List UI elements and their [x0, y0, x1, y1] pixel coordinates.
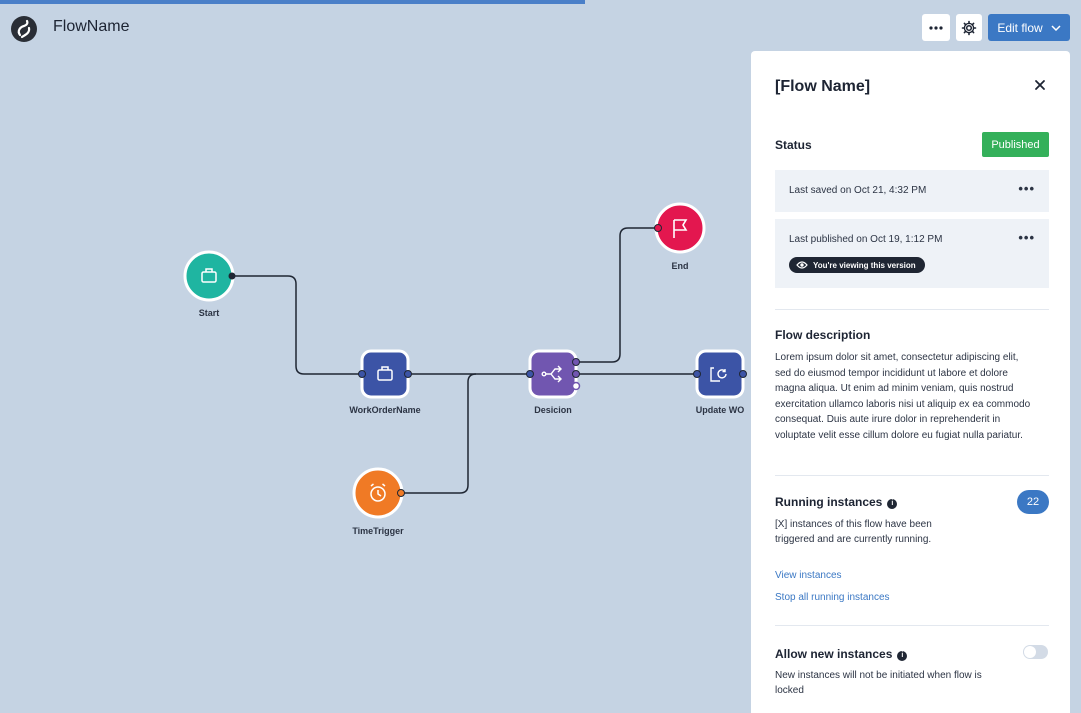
more-horizontal-icon[interactable]: •••	[1018, 181, 1035, 196]
edit-flow-button[interactable]: Edit flow	[988, 14, 1070, 41]
running-instances-label: Running instances	[775, 495, 883, 509]
connector-start-workorder	[232, 275, 362, 375]
last-published-card: Last published on Oct 19, 1:12 PM ••• Yo…	[775, 219, 1049, 288]
allow-instances-title: Allow new instances i	[775, 647, 908, 661]
info-icon[interactable]: i	[887, 499, 898, 509]
node-label-workorder: WorkOrderName	[349, 405, 421, 415]
more-options-button[interactable]	[922, 14, 950, 41]
flow-node-end[interactable]	[654, 202, 706, 254]
chevron-down-icon	[1051, 24, 1061, 31]
last-saved-card: Last saved on Oct 21, 4:32 PM •••	[775, 170, 1049, 212]
settings-button[interactable]	[956, 14, 982, 41]
flow-node-timer[interactable]	[352, 467, 405, 519]
description-text: Lorem ipsum dolor sit amet, consectetur …	[775, 352, 1031, 441]
node-label-decision: Desicion	[534, 405, 572, 415]
connector-decision-end	[576, 227, 658, 363]
running-instances-title: Running instances i	[775, 495, 898, 509]
more-horizontal-icon[interactable]: •••	[1018, 230, 1035, 245]
flow-details-panel: [Flow Name] Status Published Last saved …	[751, 51, 1070, 713]
toggle-knob	[1024, 646, 1036, 658]
edit-flow-label: Edit flow	[997, 20, 1043, 35]
view-instances-link[interactable]: View instances	[775, 570, 842, 581]
node-label-timer: TimeTrigger	[352, 526, 404, 536]
divider	[775, 309, 1049, 310]
divider	[775, 475, 1049, 476]
node-label-end: End	[671, 261, 689, 271]
status-label: Status	[775, 138, 812, 152]
panel-title: [Flow Name]	[775, 78, 871, 95]
viewing-version-text: You're viewing this version	[813, 260, 916, 270]
allow-instances-text: New instances will not be initiated when…	[775, 670, 982, 696]
stop-instances-link[interactable]: Stop all running instances	[775, 592, 890, 603]
connector-timer-decision	[401, 373, 477, 494]
flow-node-start[interactable]	[183, 250, 236, 302]
description-title: Flow description	[775, 328, 871, 342]
viewing-version-badge: You're viewing this version	[789, 257, 925, 273]
eye-icon	[796, 261, 808, 269]
gear-icon	[961, 20, 977, 35]
divider	[775, 625, 1049, 626]
close-icon[interactable]	[1032, 77, 1048, 93]
flow-node-update-wo[interactable]	[693, 349, 747, 399]
status-badge: Published	[982, 132, 1049, 157]
more-horizontal-icon	[929, 25, 943, 30]
last-published-text: Last published on Oct 19, 1:12 PM	[789, 234, 943, 245]
flow-node-workorder[interactable]	[358, 349, 412, 399]
flow-node-decision[interactable]	[526, 349, 581, 399]
running-instances-text: [X] instances of this flow have been tri…	[775, 519, 932, 545]
allow-instances-toggle[interactable]	[1023, 645, 1048, 659]
flow-canvas[interactable]	[0, 0, 751, 713]
last-saved-text: Last saved on Oct 21, 4:32 PM	[789, 185, 927, 196]
running-count-badge: 22	[1017, 490, 1049, 514]
info-icon[interactable]: i	[897, 651, 908, 661]
allow-instances-label: Allow new instances	[775, 647, 893, 661]
node-label-start: Start	[198, 308, 220, 318]
